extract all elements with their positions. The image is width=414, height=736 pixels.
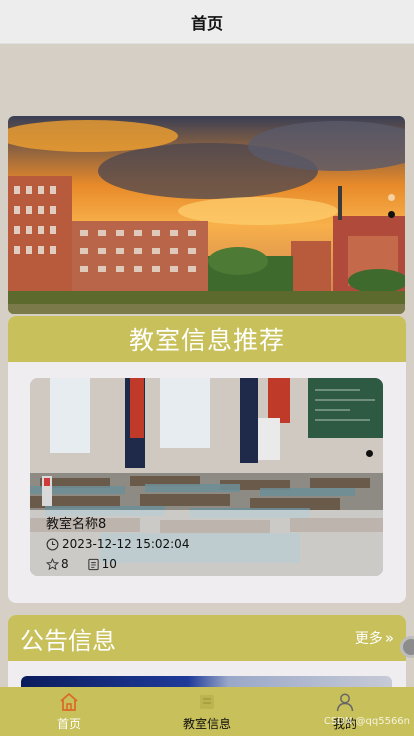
bottom-tab-bar: 首页 教室信息 我的	[0, 687, 414, 736]
star-icon	[46, 557, 59, 570]
carousel-dot-active[interactable]	[388, 211, 395, 218]
tab-classroom-label: 教室信息	[182, 717, 231, 731]
classroom-time: 2023-12-12 15:02:04	[62, 537, 190, 551]
more-link[interactable]: 更多 »	[355, 628, 394, 648]
banner-image	[8, 116, 405, 314]
clock-icon	[46, 538, 59, 550]
carousel-indicators	[388, 194, 395, 218]
carousel-dot[interactable]	[388, 194, 395, 201]
more-label: 更多	[354, 631, 383, 647]
notice-title: 公告信息	[20, 626, 116, 655]
favorites-count: 8	[61, 557, 69, 571]
double-chevron-right-icon: »	[384, 629, 394, 647]
card-carousel-dot[interactable]	[366, 450, 373, 457]
page-title: 首页	[190, 13, 223, 33]
classroom-name: 教室名称8	[46, 517, 107, 532]
top-bar: 首页	[0, 0, 414, 44]
classroom-stats-row: 8 10	[46, 554, 367, 574]
classroom-card-info: 教室名称8 2023-12-12 15:02:04 8 10	[30, 510, 383, 576]
tab-mine[interactable]: 我的	[276, 687, 414, 736]
notice-section: 公告信息 更多 »	[8, 615, 406, 695]
classroom-icon	[200, 695, 214, 709]
watermark-text: CSDN @qq5566n	[323, 716, 410, 727]
classroom-time-row: 2023-12-12 15:02:04	[46, 534, 367, 554]
recommend-title: 教室信息推荐	[128, 326, 285, 355]
user-icon	[336, 693, 354, 712]
home-icon	[60, 693, 78, 711]
favorites-stat: 8	[46, 554, 69, 574]
views-count: 10	[101, 557, 117, 571]
tab-home[interactable]: 首页	[0, 687, 138, 736]
tab-home-label: 首页	[56, 717, 81, 731]
classroom-card[interactable]: 教室名称8 2023-12-12 15:02:04 8 10	[30, 378, 383, 576]
recommend-header: 教室信息推荐	[8, 316, 406, 362]
banner-carousel[interactable]	[8, 116, 405, 314]
recommend-section: 教室信息推荐 教室名称8 2023-12-12 15:02:04 8 10	[8, 316, 406, 603]
tab-classroom-info[interactable]: 教室信息	[138, 687, 276, 736]
views-stat: 10	[87, 554, 117, 574]
notice-header: 公告信息 更多 »	[8, 615, 406, 661]
views-icon	[87, 558, 99, 570]
